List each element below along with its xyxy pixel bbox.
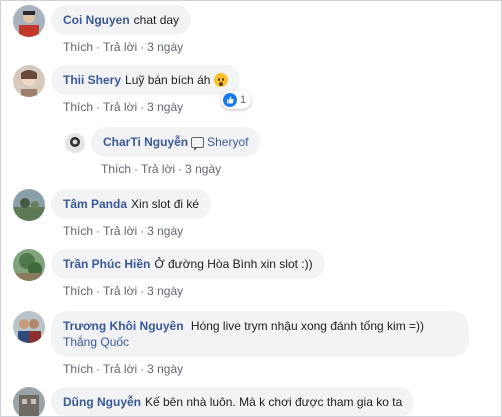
comment-actions: Thích · Trả lời · 3 ngày — [101, 162, 222, 176]
comment-time[interactable]: 3 ngày — [147, 284, 183, 298]
comment-text: Kế bên nhà luôn. Mà k chơi được tham gia… — [145, 395, 403, 409]
reply-link[interactable]: Trả lời — [103, 224, 137, 238]
comment-time[interactable]: 3 ngày — [147, 362, 183, 376]
avatar[interactable] — [65, 133, 85, 153]
comment-time[interactable]: 3 ngày — [147, 40, 183, 54]
surprised-emoji-icon — [214, 73, 229, 87]
reply-link[interactable]: Trả lời — [141, 162, 175, 176]
comment-actions: Thích · Trả lời · 3 ngày — [63, 40, 184, 54]
like-link[interactable]: Thích — [63, 100, 93, 114]
like-reaction-icon — [223, 93, 237, 107]
comment-text: Ở đường Hòa Bình xin slot :)) — [154, 257, 313, 271]
avatar[interactable] — [13, 387, 45, 416]
reply-link[interactable]: Trả lời — [103, 40, 137, 54]
like-link[interactable]: Thích — [63, 40, 93, 54]
comment-actions: Thích · Trả lời · 3 ngày — [63, 100, 184, 114]
mention-link[interactable]: Sheryof — [207, 134, 248, 150]
comment-bubble: Trương Khôi Nguyên Hóng live trym nhậu x… — [51, 311, 469, 357]
comment-actions: Thích · Trả lời · 3 ngày — [63, 224, 184, 238]
avatar[interactable] — [13, 249, 45, 281]
mention-link[interactable]: Thắng Quốc — [63, 335, 129, 349]
messenger-icon — [191, 136, 205, 151]
reply-link[interactable]: Trả lời — [103, 100, 137, 114]
like-link[interactable]: Thích — [63, 224, 93, 238]
avatar[interactable] — [13, 311, 45, 343]
comment-author[interactable]: Coi Nguyen — [63, 12, 130, 28]
comment-actions: Thích · Trả lời · 3 ngày — [63, 284, 184, 298]
reply-link[interactable]: Trả lời — [103, 284, 137, 298]
like-link[interactable]: Thích — [63, 362, 93, 376]
comment-bubble: CharTi Nguyễn Sheryof — [91, 127, 261, 157]
comment-thread: Coi Nguyen chat day Thích · Trả lời · 3 ngày… — [0, 0, 502, 417]
comment-time[interactable]: 3 ngày — [185, 162, 221, 176]
comment-text: Hóng live trym nhậu xong đánh tống kim =… — [190, 319, 425, 333]
comment-text: Luỹ bán bích áh — [125, 73, 211, 87]
reaction-count: 1 — [240, 94, 247, 106]
avatar[interactable] — [13, 5, 45, 37]
like-link[interactable]: Thích — [63, 284, 93, 298]
avatar[interactable] — [13, 65, 45, 97]
comment-author[interactable]: Trương Khôi Nguyên — [63, 319, 184, 333]
comment-author[interactable]: Thii Shery — [63, 72, 121, 88]
comment-text: Xin slot đi ké — [131, 197, 200, 211]
comment-bubble: Thii Shery Luỹ bán bích áh — [51, 65, 241, 95]
comment-bubble: Dũng Nguyễn Kế bên nhà luôn. Mà k chơi đ… — [51, 387, 415, 416]
comment-author[interactable]: Trần Phúc Hiền — [63, 256, 150, 272]
comment-bubble: Tâm Panda Xin slot đi ké — [51, 189, 212, 219]
comment-time[interactable]: 3 ngày — [147, 224, 183, 238]
like-link[interactable]: Thích — [101, 162, 131, 176]
avatar[interactable] — [13, 189, 45, 221]
reaction-badge[interactable]: 1 — [221, 91, 252, 109]
comment-actions: Thích · Trả lời · 3 ngày — [63, 362, 184, 376]
comment-text: chat day — [133, 13, 180, 27]
reply-link[interactable]: Trả lời — [103, 362, 137, 376]
comment-bubble: Trần Phúc Hiền Ở đường Hòa Bình xin slot… — [51, 249, 325, 279]
comment-bubble: Coi Nguyen chat day — [51, 5, 192, 35]
comment-author[interactable]: CharTi Nguyễn — [103, 134, 188, 150]
comment-author[interactable]: Dũng Nguyễn — [63, 394, 141, 410]
comment-author[interactable]: Tâm Panda — [63, 196, 127, 212]
comment-time[interactable]: 3 ngày — [147, 100, 183, 114]
